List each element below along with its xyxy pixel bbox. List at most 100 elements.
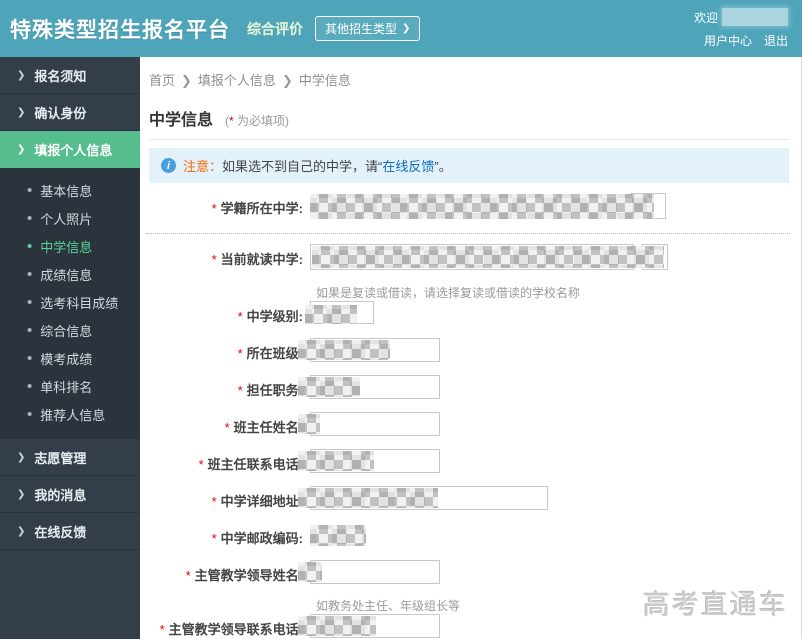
page-title: 中学信息 — [149, 112, 214, 129]
app-subtitle: 综合评价 — [247, 20, 303, 37]
chevron-right-icon: ❯ — [17, 525, 26, 537]
notice-label: 注意： — [183, 159, 223, 174]
censored-region — [298, 616, 376, 636]
sidebar-item-综合信息[interactable]: • 综合信息 — [0, 316, 140, 344]
required-asterisk: * — [198, 457, 204, 472]
field-help-text: 如果是复读或借读，请选择复读或借读的学校名称 — [316, 286, 581, 300]
logout-link[interactable]: 退出 — [764, 32, 788, 49]
breadcrumb-separator-icon: ❯ — [181, 73, 192, 88]
field-area — [298, 614, 440, 638]
form-row: * 中学详细地址: — [140, 486, 801, 510]
field-label-text: 班主任姓名: — [233, 420, 303, 435]
input-wrap — [298, 486, 548, 510]
required-asterisk: * — [237, 309, 243, 324]
field-area — [298, 449, 440, 473]
censored-region — [298, 488, 438, 508]
field-label-text: 当前就读中学: — [220, 252, 303, 267]
app-header: 特殊类型招生报名平台 综合评价 其他招生类型 ❯ 欢迎 用户中心 退出 — [0, 0, 802, 57]
notice-bar: i 注意：如果选不到自己的中学，请“在线反馈”。 — [149, 148, 789, 183]
required-asterisk: * — [237, 346, 243, 361]
user-area: 欢迎 用户中心 退出 — [694, 8, 788, 49]
required-asterisk: * — [211, 531, 217, 546]
other-types-button-label: 其他招生类型 — [325, 22, 398, 36]
field-area — [298, 560, 440, 584]
school-level-select[interactable] — [305, 301, 374, 324]
input-wrap — [298, 338, 440, 362]
sidebar-item-我的消息[interactable]: ❯ 我的消息 — [0, 476, 140, 513]
sidebar-subsection: • 基本信息 • 个人照片 • 中学信息 • 成绩信息 • 选考科目成绩 • 综合信息 • 模考成绩 • 单科… — [0, 168, 140, 439]
form-row: * 主管教学领导姓名: — [140, 560, 801, 584]
bullet-icon: • — [27, 209, 33, 227]
censored-region — [298, 414, 320, 434]
breadcrumb: 首页 ❯ 填报个人信息 ❯ 中学信息 — [140, 57, 801, 89]
sidebar-item-label: 填报个人信息 — [34, 142, 113, 158]
required-asterisk: * — [159, 622, 165, 637]
sidebar-item-label: 成绩信息 — [40, 267, 93, 283]
sidebar-item-成绩信息[interactable]: • 成绩信息 — [0, 260, 140, 288]
bullet-icon: • — [27, 265, 33, 283]
breadcrumb-item-填报个人信息[interactable]: 填报个人信息 — [198, 73, 276, 88]
sidebar-item-中学信息[interactable]: • 中学信息 — [0, 232, 140, 260]
censored-region — [298, 377, 360, 397]
form-row: * 班主任联系电话: — [140, 449, 801, 473]
censored-region — [312, 246, 664, 268]
chevron-right-icon: ❯ — [17, 451, 26, 463]
user-center-link[interactable]: 用户中心 — [704, 32, 752, 49]
sidebar-item-label: 基本信息 — [40, 183, 93, 199]
sidebar-item-个人照片[interactable]: • 个人照片 — [0, 204, 140, 232]
input-wrap — [298, 375, 440, 399]
chevron-right-icon: ❯ — [17, 488, 26, 500]
other-enrollment-types-button[interactable]: 其他招生类型 ❯ — [315, 16, 421, 41]
sidebar-item-在线反馈[interactable]: ❯ 在线反馈 — [0, 513, 140, 550]
text-input[interactable] — [310, 560, 440, 584]
sidebar-item-单科排名[interactable]: • 单科排名 — [0, 372, 140, 400]
online-feedback-link[interactable]: 在线反馈 — [382, 159, 434, 174]
sidebar-item-模考成绩[interactable]: • 模考成绩 — [0, 344, 140, 372]
field-label-text: 学籍所在中学: — [220, 201, 303, 216]
form-row: * 班主任姓名: — [140, 412, 801, 436]
field-area — [305, 301, 374, 324]
input-wrap — [298, 614, 440, 638]
sidebar-item-label: 个人照片 — [40, 211, 93, 227]
sidebar-item-报名须知[interactable]: ❯ 报名须知 — [0, 57, 140, 94]
field-label: * 当前就读中学: — [140, 244, 310, 268]
field-label-text: 所在班级: — [246, 346, 303, 361]
sidebar-item-志愿管理[interactable]: ❯ 志愿管理 — [0, 439, 140, 476]
sidebar-item-选考科目成绩[interactable]: • 选考科目成绩 — [0, 288, 140, 316]
field-label-text: 班主任联系电话: — [207, 457, 303, 472]
sidebar-item-推荐人信息[interactable]: • 推荐人信息 — [0, 400, 140, 428]
form-row: * 担任职务: — [140, 375, 801, 399]
field-area — [298, 375, 440, 399]
breadcrumb-separator-icon: ❯ — [281, 73, 293, 88]
sidebar-item-label: 志愿管理 — [34, 450, 87, 466]
sidebar-item-label: 模考成绩 — [40, 351, 93, 367]
censored-school-selects — [310, 193, 666, 220]
form-row: * 当前就读中学: — [140, 244, 801, 271]
watermark: 高考直通车 — [643, 590, 788, 620]
censored-school-selects — [310, 244, 668, 271]
sidebar-item-label: 选考科目成绩 — [40, 295, 119, 311]
field-area — [310, 523, 366, 546]
field-label: * 主管教学领导联系电话: — [140, 614, 310, 638]
sidebar-item-label: 确认身份 — [34, 105, 87, 121]
dotted-separator — [146, 233, 790, 234]
required-asterisk: * — [211, 252, 217, 267]
breadcrumb-item-首页[interactable]: 首页 — [149, 73, 175, 88]
form-row: * 中学邮政编码: — [140, 523, 801, 547]
sidebar-item-label: 综合信息 — [40, 323, 93, 339]
required-asterisk: * — [211, 494, 217, 509]
sidebar-item-基本信息[interactable]: • 基本信息 — [0, 176, 140, 204]
form-row: * 学籍所在中学: — [140, 193, 801, 220]
sidebar-item-填报个人信息[interactable]: ❯ 填报个人信息 — [0, 131, 140, 168]
field-area — [298, 338, 440, 362]
sidebar-item-label: 报名须知 — [34, 68, 87, 84]
chevron-right-icon: ❯ — [17, 69, 26, 81]
required-asterisk: * — [224, 420, 230, 435]
field-label-text: 主管教学领导姓名: — [194, 568, 303, 583]
chevron-right-icon: ❯ — [17, 143, 26, 155]
input-wrap — [298, 449, 440, 473]
field-label: * 班主任姓名: — [140, 412, 310, 436]
sidebar-item-确认身份[interactable]: ❯ 确认身份 — [0, 94, 140, 131]
censored-region — [298, 340, 390, 360]
text-input[interactable] — [310, 412, 440, 436]
